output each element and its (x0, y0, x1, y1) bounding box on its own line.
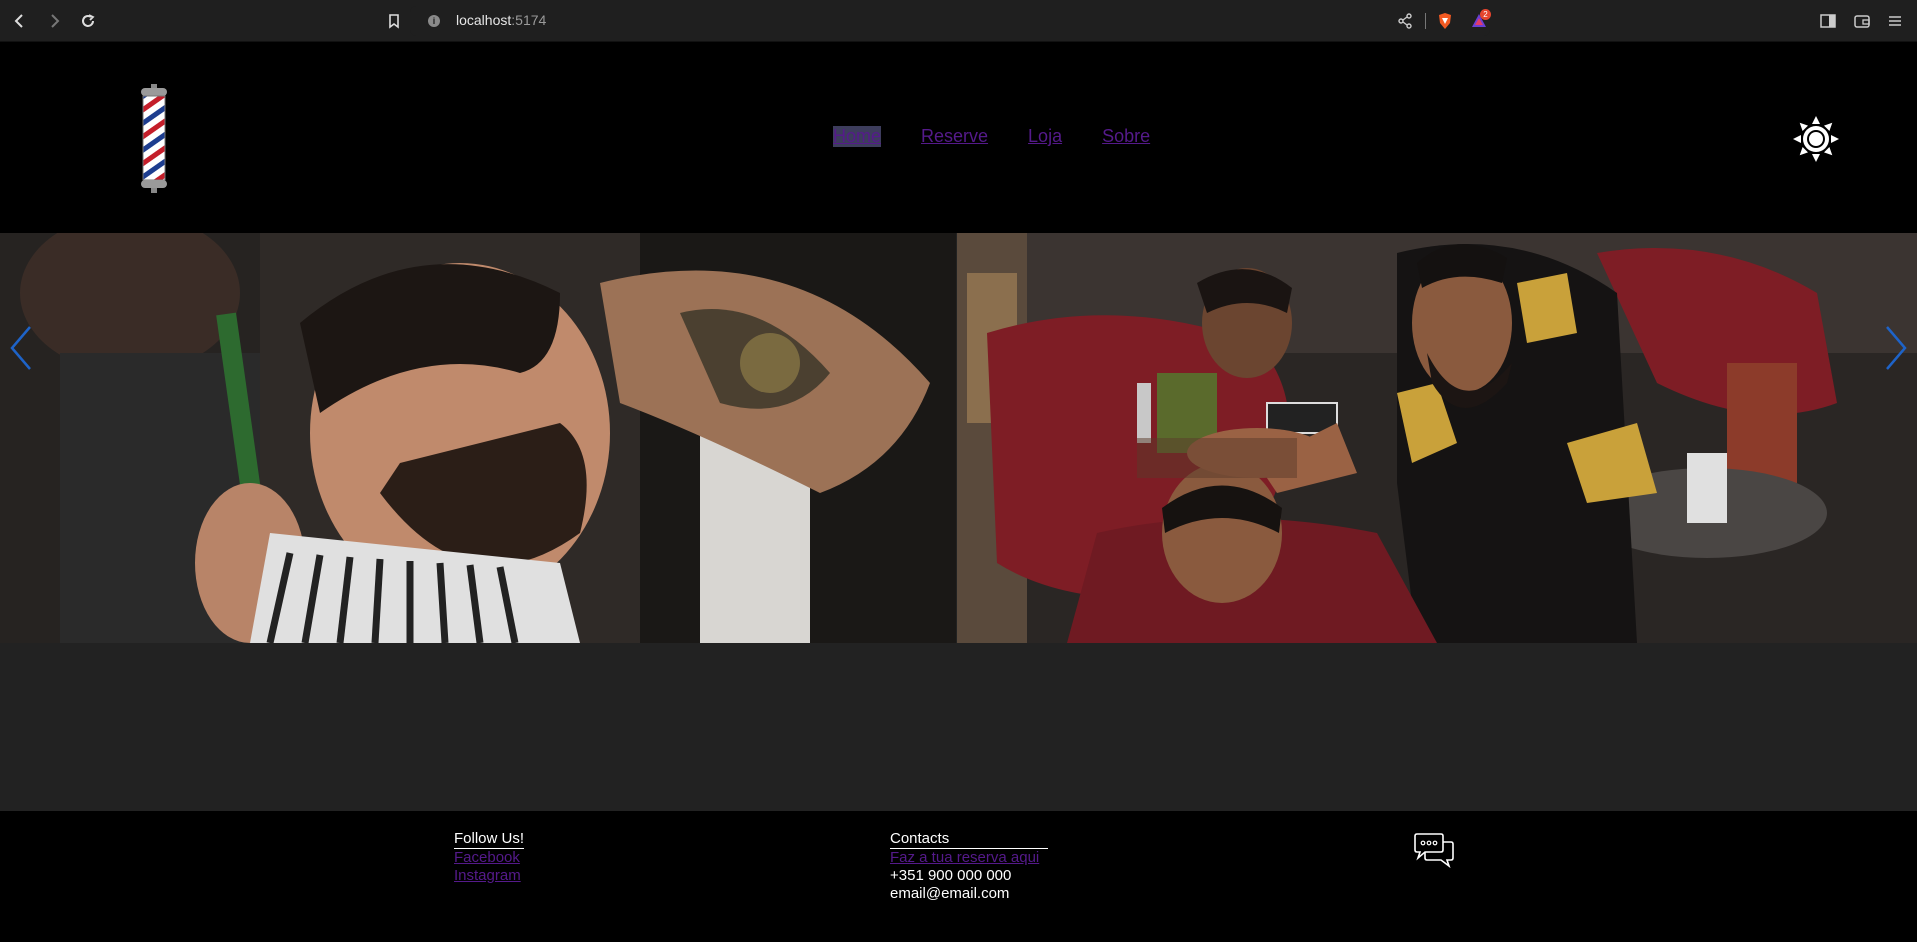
sidebar-icon[interactable] (1817, 10, 1839, 32)
site-footer: Follow Us! Facebook Instagram Contacts F… (0, 811, 1917, 942)
menu-icon[interactable] (1884, 10, 1906, 32)
bookmark-icon[interactable] (383, 10, 405, 32)
barber-photo (0, 233, 956, 643)
browser-toolbar: i localhost:5174 2 (0, 0, 1917, 42)
nav-link-sobre[interactable]: Sobre (1102, 126, 1150, 147)
facebook-link[interactable]: Facebook (454, 849, 524, 867)
follow-heading: Follow Us! (454, 830, 525, 849)
footer-follow-section: Follow Us! Facebook Instagram (454, 830, 525, 885)
nav-link-reserve[interactable]: Reserve (921, 126, 988, 147)
carousel-slide-barber (0, 233, 956, 643)
brave-shields-icon[interactable] (1434, 10, 1456, 32)
instagram-link[interactable]: Instagram (454, 867, 524, 885)
reload-icon[interactable] (77, 10, 99, 32)
toolbar-separator (1425, 13, 1426, 29)
site-header: Home Reserve Loja Sobre (0, 42, 1917, 233)
forward-icon[interactable] (43, 10, 65, 32)
address-bar[interactable] (410, 6, 1490, 36)
url-text[interactable]: localhost:5174 (456, 12, 546, 28)
wallet-icon[interactable] (1851, 10, 1873, 32)
email-address: email@email.com (890, 885, 1010, 902)
footer-contacts-section: Contacts Faz a tua reserva aqui +351 900… (890, 830, 1048, 903)
sun-icon[interactable] (1793, 116, 1839, 162)
share-icon[interactable] (1394, 10, 1416, 32)
carousel-prev-arrow[interactable] (6, 323, 36, 373)
phone-number: +351 900 000 000 (890, 867, 1012, 884)
reservation-link[interactable]: Faz a tua reserva aqui (890, 849, 1048, 867)
main-nav: Home Reserve Loja Sobre (833, 126, 1190, 147)
site-info-icon[interactable]: i (428, 15, 440, 27)
nav-link-home[interactable]: Home (833, 126, 882, 147)
nav-link-loja[interactable]: Loja (1028, 126, 1062, 147)
carousel-slide-barbershop (957, 233, 1917, 643)
barber-pole-logo[interactable] (137, 84, 171, 194)
back-icon[interactable] (9, 10, 31, 32)
chat-bubbles-icon[interactable] (1413, 832, 1455, 869)
image-carousel[interactable] (0, 233, 1917, 643)
barbershop-photo (957, 233, 1917, 643)
contacts-heading: Contacts (890, 830, 1048, 849)
carousel-next-arrow[interactable] (1881, 323, 1911, 373)
notification-badge: 2 (1480, 9, 1491, 20)
